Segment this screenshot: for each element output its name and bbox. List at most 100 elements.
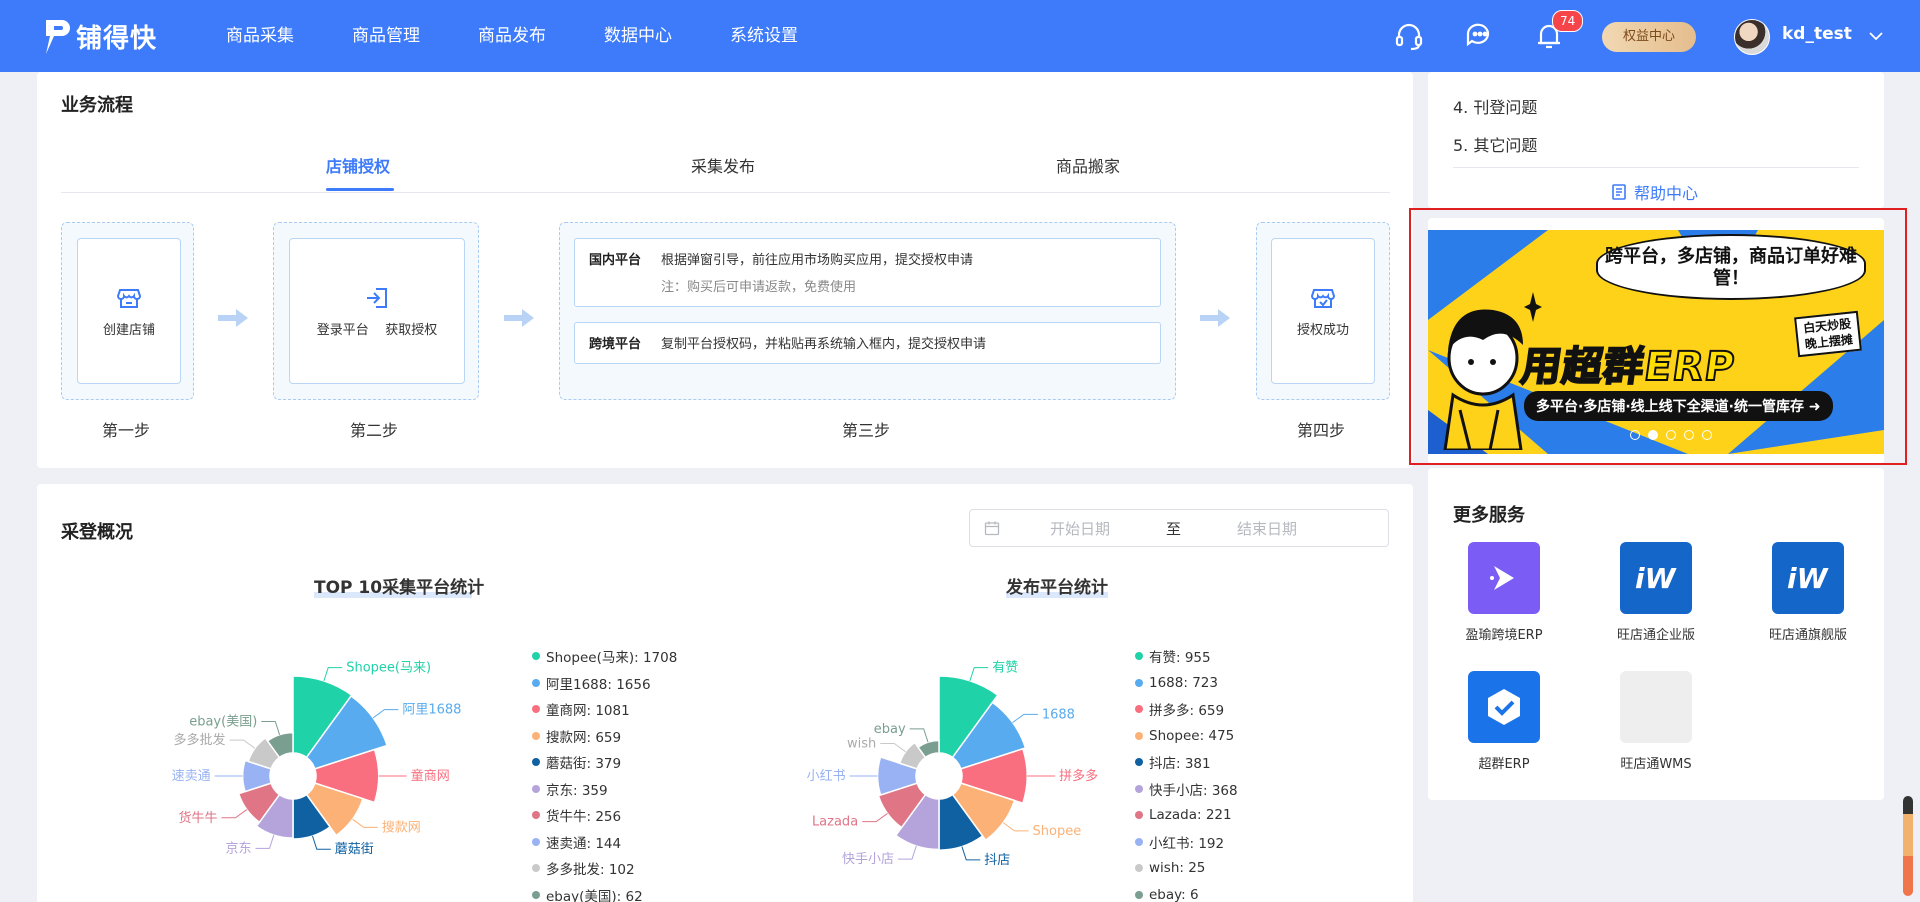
slice-label: 搜款网	[382, 820, 421, 835]
slice-leader-line	[323, 667, 343, 682]
slice-label: 蘑菇街	[335, 842, 374, 857]
legend-dot-icon	[532, 652, 540, 661]
service-wangdiantong-wms[interactable]: 旺店通WMS	[1596, 671, 1716, 772]
legend-label: 速卖通: 144	[546, 835, 622, 852]
legend-dot-icon	[532, 890, 540, 899]
avatar[interactable]	[1734, 19, 1770, 55]
top-navbar: 铺得快 商品采集 商品管理 商品发布 数据中心 系统设置 74 权益中心 kd_…	[0, 0, 1920, 72]
slice-label: ebay(美国)	[189, 714, 257, 729]
legend-label: Shopee: 475	[1149, 727, 1235, 744]
legend-item[interactable]: 小红书: 192	[1135, 829, 1238, 856]
legend-item[interactable]: 1688: 723	[1135, 670, 1238, 697]
legend-item[interactable]: ebay: 6	[1135, 882, 1238, 902]
slice-label: 1688	[1042, 707, 1075, 722]
slice-label: Lazada	[812, 815, 858, 830]
legend-item[interactable]: 蘑菇街: 379	[532, 749, 677, 776]
legend-label: 货牛牛: 256	[546, 809, 622, 826]
legend-dot-icon	[532, 811, 540, 820]
legend-item[interactable]: 拼多多: 659	[1135, 696, 1238, 723]
main-nav: 商品采集 商品管理 商品发布 数据中心 系统设置	[226, 0, 856, 72]
legend-label: 搜款网: 659	[546, 729, 622, 746]
legend-item[interactable]: Lazada: 221	[1135, 802, 1238, 829]
legend-label: wish: 25	[1149, 860, 1206, 877]
chevron-down-icon[interactable]	[1868, 28, 1884, 44]
slice-label: 有赞	[992, 661, 1018, 676]
legend-label: 有赞: 955	[1149, 650, 1211, 667]
slice-leader-line	[862, 813, 888, 823]
service-wangdiantong-enterprise[interactable]: iW 旺店通企业版	[1596, 542, 1716, 643]
slice-label: 速卖通	[172, 769, 211, 784]
legend-dot-icon	[1135, 678, 1143, 687]
legend-item[interactable]: 阿里1688: 1656	[532, 670, 677, 697]
service-chaoqun-erp[interactable]: 超群ERP	[1444, 671, 1564, 772]
legend-label: 多多批发: 102	[546, 862, 635, 879]
legend-item[interactable]: 京东: 359	[532, 776, 677, 803]
legend-item[interactable]: 快手小店: 368	[1135, 776, 1238, 803]
slice-leader-line	[1002, 822, 1029, 832]
legend-item[interactable]: 童商网: 1081	[532, 696, 677, 723]
slice-leader-line	[221, 809, 248, 819]
service-yingyu-erp[interactable]: 盈瑜跨境ERP	[1444, 542, 1564, 643]
chat-icon[interactable]	[1463, 20, 1495, 52]
username[interactable]: kd_test	[1782, 24, 1852, 44]
legend-label: 蘑菇街: 379	[546, 756, 622, 773]
legend-dot-icon	[1135, 890, 1143, 899]
slice-label: 童商网	[411, 768, 450, 784]
legend-dot-icon	[1135, 837, 1143, 846]
nav-item-data[interactable]: 数据中心	[604, 0, 672, 72]
nav-item-settings[interactable]: 系统设置	[730, 0, 798, 72]
legend-item[interactable]: 搜款网: 659	[532, 723, 677, 750]
legend-label: 1688: 723	[1149, 674, 1218, 691]
legend-item[interactable]: 多多批发: 102	[532, 855, 677, 882]
logo-text: 铺得快	[76, 23, 158, 54]
service-label: 旺店通WMS	[1620, 757, 1692, 772]
slice-label: ebay	[874, 722, 906, 737]
slice-label: 小红书	[807, 768, 846, 784]
slice-label: 快手小店	[842, 852, 894, 867]
notification-badge: 74	[1552, 10, 1584, 32]
vip-center-button[interactable]: 权益中心	[1602, 22, 1696, 52]
slice-leader-line	[909, 728, 929, 743]
legend-label: 小红书: 192	[1149, 835, 1225, 852]
scrollbar-thumb[interactable]	[1903, 796, 1913, 896]
legend-item[interactable]: 速卖通: 144	[532, 829, 677, 856]
legend-item[interactable]: Shopee: 475	[1135, 723, 1238, 750]
legend-item[interactable]: 货牛牛: 256	[532, 802, 677, 829]
legend-item[interactable]: 抖店: 381	[1135, 749, 1238, 776]
app-logo[interactable]: 铺得快	[42, 16, 157, 56]
legend-label: 阿里1688: 1656	[546, 676, 651, 693]
slice-label: 拼多多	[1059, 768, 1098, 784]
slice-leader-line	[880, 742, 906, 753]
nav-item-publish[interactable]: 商品发布	[478, 0, 546, 72]
slice-label: 京东	[225, 841, 251, 856]
wms-logo-icon	[1620, 671, 1692, 743]
slice-leader-line	[352, 818, 378, 828]
slice-leader-line	[1012, 713, 1038, 723]
slice-label: Shopee	[1033, 824, 1082, 839]
legend-label: ebay(美国): 62	[546, 888, 643, 902]
legend-item[interactable]: ebay(美国): 62	[532, 882, 677, 902]
svg-text:iW: iW	[1787, 562, 1829, 595]
legend-item[interactable]: wish: 25	[1135, 855, 1238, 882]
nav-item-products[interactable]: 商品管理	[352, 0, 420, 72]
legend-item[interactable]: 有赞: 955	[1135, 643, 1238, 670]
legend-item[interactable]: Shopee(马来): 1708	[532, 643, 677, 670]
slice-leader-line	[897, 845, 917, 860]
services-title: 更多服务	[1453, 505, 1525, 526]
legend-label: Lazada: 221	[1149, 807, 1232, 824]
slice-leader-line	[969, 667, 989, 682]
legend-dot-icon	[1135, 758, 1143, 767]
legend-label: 抖店: 381	[1149, 756, 1211, 773]
headset-icon[interactable]	[1393, 20, 1425, 52]
service-wangdiantong-flagship[interactable]: iW 旺店通旗舰版	[1748, 542, 1868, 643]
legend-dot-icon	[532, 758, 540, 767]
legend-dot-icon	[532, 837, 540, 846]
collect-chart-legend: Shopee(马来): 1708 阿里1688: 1656 童商网: 1081 搜款网…	[532, 643, 677, 902]
service-label: 超群ERP	[1478, 757, 1530, 772]
legend-dot-icon	[1135, 864, 1143, 873]
nav-item-collect[interactable]: 商品采集	[226, 0, 294, 72]
legend-label: ebay: 6	[1149, 886, 1199, 902]
slice-label: wish	[847, 736, 876, 751]
slice-leader-line	[311, 835, 331, 850]
legend-dot-icon	[532, 784, 540, 793]
